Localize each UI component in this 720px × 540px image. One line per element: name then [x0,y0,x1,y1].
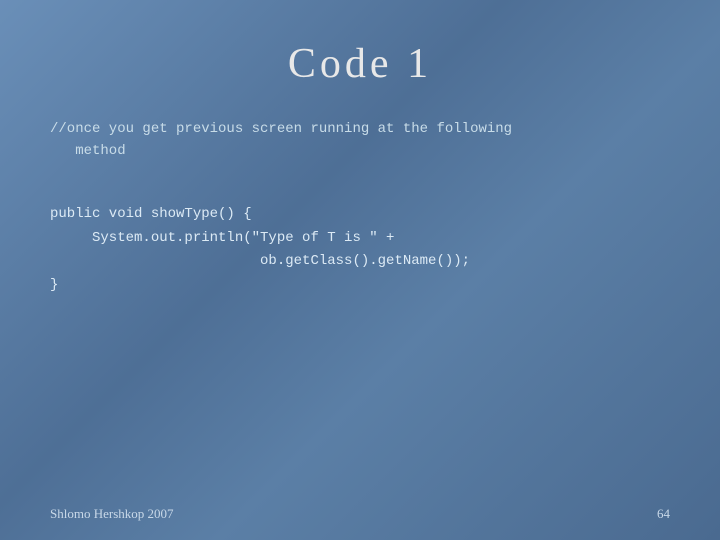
slide-footer: Shlomo Hershkop 2007 64 [0,494,720,540]
footer-author: Shlomo Hershkop 2007 [50,506,174,522]
code-block: public void showType() { System.out.prin… [50,203,670,298]
footer-page-number: 64 [657,506,670,522]
slide-title: Code 1 [0,40,720,88]
comment-line: //once you get previous screen running a… [50,118,670,163]
slide-content: //once you get previous screen running a… [0,118,720,494]
slide: Code 1 //once you get previous screen ru… [0,0,720,540]
